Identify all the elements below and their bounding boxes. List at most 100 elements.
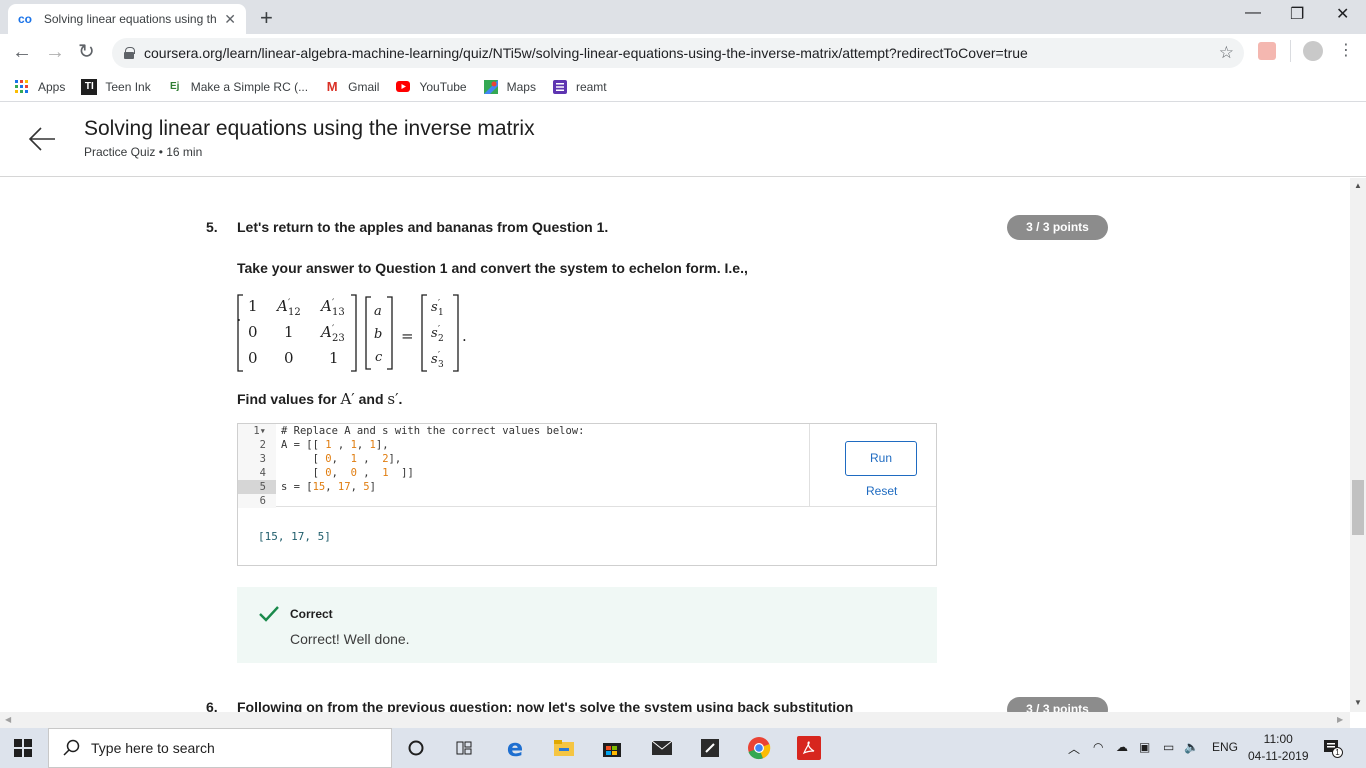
- svg-text:=: =: [401, 327, 414, 345]
- bookmarks-bar: Apps TI Teen Ink Ej Make a Simple RC (..…: [0, 72, 1366, 102]
- line-number: 6: [238, 494, 276, 508]
- code-comment: # Replace A and s with the correct value…: [281, 425, 585, 437]
- question-text: Following on from the previous question:…: [237, 699, 854, 712]
- store-icon[interactable]: [600, 736, 624, 760]
- bookmark-apps[interactable]: Apps: [14, 79, 65, 95]
- line-number: 3: [238, 452, 276, 466]
- gmail-icon: M: [326, 79, 338, 94]
- pdf-extension-icon[interactable]: [1258, 42, 1276, 60]
- volume-icon[interactable]: 🔈: [1184, 740, 1199, 754]
- restore-icon[interactable]: ❐: [1290, 4, 1304, 24]
- cortana-icon[interactable]: [404, 736, 428, 760]
- language-indicator[interactable]: ENG: [1212, 740, 1238, 754]
- maps-icon: [483, 79, 499, 95]
- svg-text:A: A: [319, 323, 332, 341]
- bookmark-reamt[interactable]: reamt: [552, 79, 607, 95]
- scroll-left-icon[interactable]: ◀: [5, 715, 11, 724]
- tab-title: Solving linear equations using th: [43, 12, 217, 26]
- browser-tab[interactable]: co Solving linear equations using th ✕: [8, 4, 246, 34]
- url-text: coursera.org/learn/linear-algebra-machin…: [144, 45, 1028, 61]
- fold-icon[interactable]: ▾: [260, 425, 266, 437]
- clock-date: 04-11-2019: [1248, 749, 1309, 763]
- svg-text:1: 1: [329, 349, 339, 367]
- svg-text:.: .: [462, 327, 467, 345]
- question-number: 6.: [206, 699, 218, 712]
- find-prompt: Find values for A′ and s′.: [237, 390, 402, 408]
- svg-text:13: 13: [332, 307, 345, 318]
- notification-center-icon[interactable]: 1: [1322, 738, 1343, 758]
- line-number: 5: [238, 480, 276, 494]
- bookmark-gmail[interactable]: M Gmail: [324, 79, 380, 95]
- task-view-icon[interactable]: [452, 736, 476, 760]
- address-bar[interactable]: coursera.org/learn/linear-algebra-machin…: [112, 38, 1244, 68]
- find-a-symbol: A′: [340, 390, 355, 408]
- chrome-icon[interactable]: [747, 736, 771, 760]
- sticky-app-icon[interactable]: [698, 736, 722, 760]
- file-explorer-icon[interactable]: [552, 736, 576, 760]
- horizontal-scrollbar[interactable]: ◀ ▶: [0, 712, 1350, 728]
- profile-avatar[interactable]: [1303, 41, 1323, 61]
- mail-icon[interactable]: [650, 736, 674, 760]
- bookmark-maps[interactable]: Maps: [483, 79, 536, 95]
- minimize-icon[interactable]: —: [1245, 4, 1261, 22]
- wifi-icon[interactable]: ◠: [1093, 740, 1103, 754]
- code-output: [15, 17, 5]: [258, 530, 331, 543]
- back-arrow-icon[interactable]: [28, 126, 56, 152]
- bookmark-make-rc[interactable]: Ej Make a Simple RC (...: [167, 79, 308, 95]
- edge-icon[interactable]: e: [503, 734, 527, 762]
- forward-icon[interactable]: →: [45, 42, 65, 62]
- bookmark-star-icon[interactable]: ☆: [1219, 43, 1234, 63]
- tray-chevron-icon[interactable]: ︿: [1068, 740, 1080, 757]
- svg-text:A: A: [275, 297, 288, 315]
- clock-time: 11:00: [1263, 732, 1293, 746]
- vertical-scrollbar[interactable]: ▲ ▼: [1350, 178, 1366, 712]
- window-close-icon[interactable]: ✕: [1336, 4, 1349, 24]
- code-line: 3 [ 0, 1 , 2],: [238, 452, 809, 466]
- back-icon[interactable]: ←: [12, 42, 32, 62]
- scroll-up-icon[interactable]: ▲: [1354, 181, 1362, 190]
- onedrive-icon[interactable]: ☁: [1116, 740, 1128, 754]
- svg-text:s: s: [431, 326, 438, 341]
- svg-text:0: 0: [248, 323, 258, 341]
- quiz-content: 5. Let's return to the apples and banana…: [0, 178, 1350, 712]
- close-tab-icon[interactable]: ✕: [224, 11, 236, 28]
- svg-text:1: 1: [248, 297, 258, 315]
- scroll-down-icon[interactable]: ▼: [1354, 698, 1362, 707]
- svg-text:12: 12: [288, 307, 301, 318]
- bookmark-label: reamt: [575, 79, 607, 94]
- scroll-right-icon[interactable]: ▶: [1337, 715, 1343, 724]
- svg-text:A: A: [319, 297, 332, 315]
- apps-grid-icon: [14, 79, 30, 95]
- search-icon: [63, 739, 80, 756]
- reset-button[interactable]: Reset: [866, 484, 897, 498]
- bookmark-label: YouTube: [419, 79, 467, 94]
- windows-taskbar: Type here to search e ︿ ◠ ☁ ▣ ▭ 🔈 ENG 11…: [0, 728, 1366, 768]
- code-line: 2A = [[ 1 , 1, 1],: [238, 438, 809, 452]
- windows-start-icon[interactable]: [14, 739, 32, 757]
- points-badge: 3 / 3 points: [1007, 215, 1108, 240]
- find-prefix: Find values for: [237, 391, 341, 407]
- code-editor[interactable]: 1▾ # Replace A and s with the correct val…: [238, 424, 810, 508]
- new-tab-button[interactable]: +: [260, 5, 273, 31]
- line-number: 4: [238, 466, 276, 480]
- acrobat-icon[interactable]: [797, 736, 821, 760]
- points-badge: 3 / 3 points: [1007, 697, 1108, 712]
- youtube-icon: [395, 79, 411, 95]
- taskbar-search[interactable]: Type here to search: [48, 728, 392, 768]
- svg-text:b: b: [374, 327, 382, 342]
- bookmark-teen-ink[interactable]: TI Teen Ink: [81, 78, 151, 95]
- scrollbar-thumb[interactable]: [1352, 480, 1364, 535]
- svg-text:1: 1: [438, 308, 444, 318]
- menu-kebab-icon[interactable]: ⋮: [1338, 40, 1354, 60]
- bookmark-youtube[interactable]: YouTube: [395, 79, 467, 95]
- question-text: Let's return to the apples and bananas f…: [237, 219, 609, 235]
- system-clock[interactable]: 11:00 04-11-2019: [1248, 731, 1309, 765]
- battery-icon[interactable]: ▭: [1163, 740, 1174, 754]
- reload-icon[interactable]: ↻: [78, 42, 95, 62]
- network-icon[interactable]: ▣: [1139, 740, 1150, 754]
- svg-text:0: 0: [248, 349, 258, 367]
- feedback-text: Correct! Well done.: [290, 631, 410, 647]
- run-button[interactable]: Run: [845, 441, 917, 476]
- bookmark-label: Gmail: [348, 79, 380, 94]
- instructables-icon: Ej: [170, 81, 180, 92]
